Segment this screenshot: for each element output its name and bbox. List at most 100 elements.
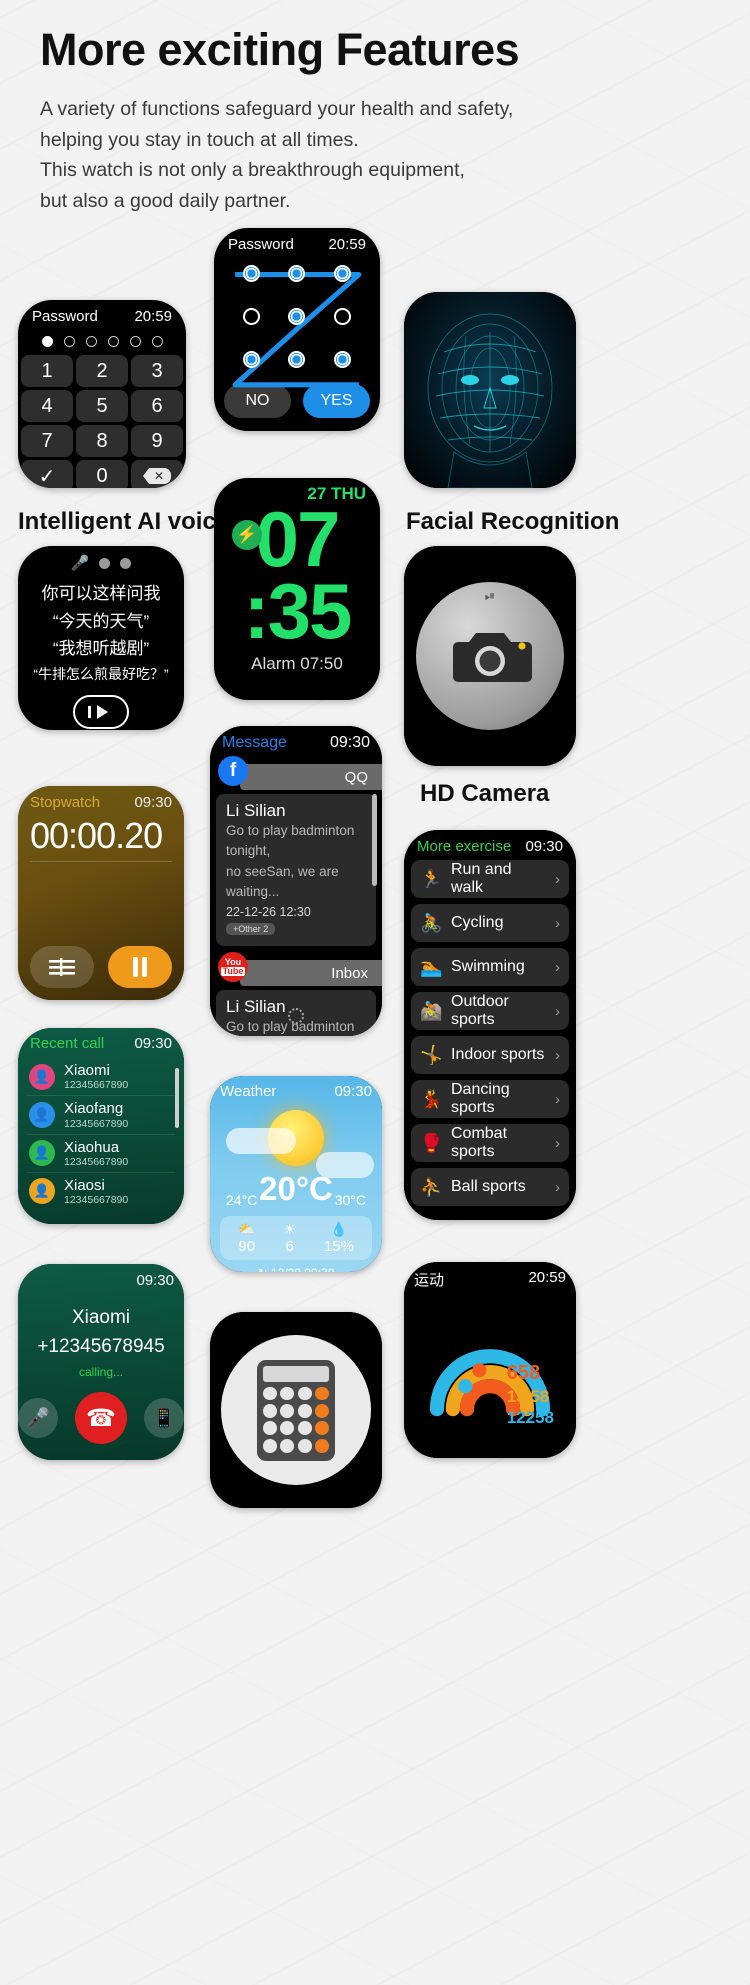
pattern-node-3[interactable] bbox=[333, 265, 351, 282]
pattern-node-1[interactable] bbox=[243, 265, 261, 282]
hangup-icon[interactable]: ☎ bbox=[75, 1392, 127, 1444]
weather-stat-icon-2: 💧 bbox=[330, 1221, 348, 1237]
calc-key-op bbox=[315, 1386, 329, 1401]
message-scrollbar[interactable] bbox=[372, 794, 377, 886]
pattern-node-2[interactable] bbox=[288, 265, 306, 282]
avatar-0: 👤 bbox=[29, 1063, 55, 1090]
exercise-item-swimming[interactable]: 🏊 Swimming › bbox=[411, 948, 569, 986]
clock-watch[interactable]: ⚡ 27 THU 07 :35 Alarm 07:50 bbox=[214, 478, 380, 700]
contact-row-0[interactable]: 👤 Xiaomi 12345667890 bbox=[27, 1058, 175, 1097]
key-9[interactable]: 9 bbox=[131, 425, 183, 457]
sport-values: 658 13.58 12258 bbox=[507, 1361, 554, 1429]
exercise-label-2: Swimming bbox=[451, 958, 525, 975]
ai-example-1: “今天的天气” bbox=[52, 611, 150, 631]
message-card-2[interactable]: You Tube Inbox bbox=[210, 952, 382, 986]
stopwatch-title: Stopwatch bbox=[30, 794, 101, 811]
face-mesh-icon bbox=[427, 313, 553, 488]
contact-row-1[interactable]: 👤 Xiaofang 12345667890 bbox=[27, 1096, 175, 1135]
contact-row-2[interactable]: 👤 Xiaohua 12345667890 bbox=[27, 1135, 175, 1173]
calling-buttons[interactable]: 🎤 ☎ 📱 bbox=[18, 1392, 184, 1452]
key-4[interactable]: 4 bbox=[21, 390, 73, 422]
message-line2-1: no seeSan, we are waiting... bbox=[226, 863, 339, 899]
key-0[interactable]: 0 bbox=[76, 460, 128, 488]
dancing-icon: 💃 bbox=[420, 1088, 443, 1109]
contact-info-1: Xiaofang 12345667890 bbox=[64, 1100, 128, 1129]
keypad-icon[interactable]: 📱 bbox=[144, 1398, 184, 1438]
exercise-item-indoor[interactable]: 🤸 Indoor sports › bbox=[411, 1036, 569, 1074]
pattern-node-4[interactable] bbox=[243, 308, 261, 325]
pattern-node-5[interactable] bbox=[288, 308, 306, 325]
pin-status-bar: Password 20:59 bbox=[18, 300, 186, 327]
pin-keypad[interactable]: 1 2 3 4 5 6 7 8 9 ✓ 0 ✕ bbox=[18, 355, 186, 488]
mic-icon[interactable]: 🎤 bbox=[18, 1398, 58, 1438]
pattern-grid-area[interactable] bbox=[214, 255, 380, 388]
exercise-content[interactable]: More exercise 09:30 🏃 Run and walk › 🚴 C… bbox=[404, 830, 576, 1220]
pin-password-watch[interactable]: Password 20:59 1 2 3 4 5 6 7 8 9 ✓ 0 ✕ bbox=[18, 300, 186, 488]
recent-call-scrollbar[interactable] bbox=[175, 1068, 179, 1128]
pattern-node-7[interactable] bbox=[243, 351, 261, 368]
exercise-item-outdoor[interactable]: 🚵 Outdoor sports › bbox=[411, 992, 569, 1030]
pattern-nodes[interactable] bbox=[242, 265, 352, 368]
sport-value-calories: 12258 bbox=[506, 1407, 554, 1427]
hd-camera-watch[interactable]: ⏯ bbox=[404, 546, 576, 766]
message-card-1[interactable]: f QQ bbox=[210, 756, 382, 790]
exercise-item-cycling[interactable]: 🚴 Cycling › bbox=[411, 904, 569, 942]
key-2[interactable]: 2 bbox=[76, 355, 128, 387]
key-8[interactable]: 8 bbox=[76, 425, 128, 457]
message-content[interactable]: Message 09:30 f QQ Li Silian Go to play … bbox=[210, 726, 382, 1036]
key-7[interactable]: 7 bbox=[21, 425, 73, 457]
check-icon[interactable]: ✓ bbox=[21, 460, 73, 488]
stopwatch-buttons[interactable] bbox=[30, 946, 172, 992]
pin-dot-3 bbox=[85, 336, 97, 347]
caption-ai-voice: Intelligent AI voice bbox=[18, 508, 230, 535]
ai-talk-button[interactable] bbox=[73, 695, 129, 730]
weather-stat-value-2: 15% bbox=[323, 1238, 354, 1255]
message-body-1[interactable]: Li Silian Go to play badminton tonight, … bbox=[216, 794, 376, 946]
key-6[interactable]: 6 bbox=[131, 390, 183, 422]
pattern-status-bar: Password 20:59 bbox=[214, 228, 380, 255]
lap-icon[interactable] bbox=[30, 946, 94, 988]
pattern-password-watch[interactable]: Password 20:59 NO YES bbox=[214, 228, 380, 431]
message-service-2: Inbox bbox=[240, 960, 382, 986]
facebook-icon: f bbox=[218, 756, 248, 786]
message-watch[interactable]: Message 09:30 f QQ Li Silian Go to play … bbox=[210, 726, 382, 1036]
key-3[interactable]: 3 bbox=[131, 355, 183, 387]
pattern-node-6[interactable] bbox=[333, 308, 351, 325]
weather-watch[interactable]: Weather 09:30 24°C 20°C 30°C ⛅ 90 ☀ 6 💧 … bbox=[210, 1076, 382, 1272]
pin-dot-2 bbox=[63, 336, 75, 347]
exercise-label-1: Cycling bbox=[451, 914, 504, 931]
exercise-item-dancing[interactable]: 💃 Dancing sports › bbox=[411, 1080, 569, 1118]
calling-watch[interactable]: 09:30 Xiaomi +12345678945 calling... 🎤 ☎… bbox=[18, 1264, 184, 1460]
pattern-node-8[interactable] bbox=[288, 351, 306, 368]
ai-voice-watch[interactable]: 🎤 你可以这样问我 “今天的天气” “我想听越剧” “牛排怎么煎最好吃？” 点我… bbox=[18, 546, 184, 730]
pause-button[interactable] bbox=[108, 946, 172, 988]
recent-call-watch[interactable]: Recent call 09:30 👤 Xiaomi 12345667890 👤… bbox=[18, 1028, 184, 1224]
exercise-list-watch[interactable]: More exercise 09:30 🏃 Run and walk › 🚴 C… bbox=[404, 830, 576, 1220]
exercise-item-run[interactable]: 🏃 Run and walk › bbox=[411, 860, 569, 898]
message-other-1: +Other 2 bbox=[226, 923, 276, 935]
calc-key bbox=[263, 1421, 277, 1436]
indoor-sports-icon: 🤸 bbox=[420, 1044, 443, 1065]
key-5[interactable]: 5 bbox=[76, 390, 128, 422]
calling-name: Xiaomi bbox=[71, 1307, 131, 1328]
calculator-watch[interactable] bbox=[210, 1312, 382, 1508]
calculator-keys bbox=[263, 1386, 329, 1453]
recent-call-title: Recent call bbox=[30, 1035, 105, 1052]
key-1[interactable]: 1 bbox=[21, 355, 73, 387]
exercise-item-combat[interactable]: 🥊 Combat sports › bbox=[411, 1124, 569, 1162]
backspace-icon[interactable]: ✕ bbox=[131, 460, 183, 488]
backspace-glyph: ✕ bbox=[142, 468, 172, 484]
pattern-node-9[interactable] bbox=[333, 351, 351, 368]
sport-rings-watch[interactable]: 运动 20:59 658 13.58 12258 bbox=[404, 1262, 576, 1458]
recent-call-content[interactable]: Recent call 09:30 👤 Xiaomi 12345667890 👤… bbox=[18, 1028, 184, 1224]
voice-wave-icon bbox=[88, 705, 108, 720]
exercise-label-6: Combat sports bbox=[451, 1125, 508, 1160]
stopwatch-watch[interactable]: Stopwatch 09:30 00:00.20 bbox=[18, 786, 184, 1000]
exercise-item-ball[interactable]: ⛹ Ball sports › bbox=[411, 1168, 569, 1206]
chevron-right-icon-1: › bbox=[555, 914, 560, 932]
contact-number-2: 12345667890 bbox=[64, 1155, 129, 1168]
contact-row-3[interactable]: 👤 Xiaosi 12345667890 bbox=[27, 1173, 175, 1210]
exercise-time: 09:30 bbox=[525, 838, 563, 855]
weather-title: Weather bbox=[220, 1083, 277, 1100]
facial-recognition-watch[interactable] bbox=[404, 292, 576, 488]
